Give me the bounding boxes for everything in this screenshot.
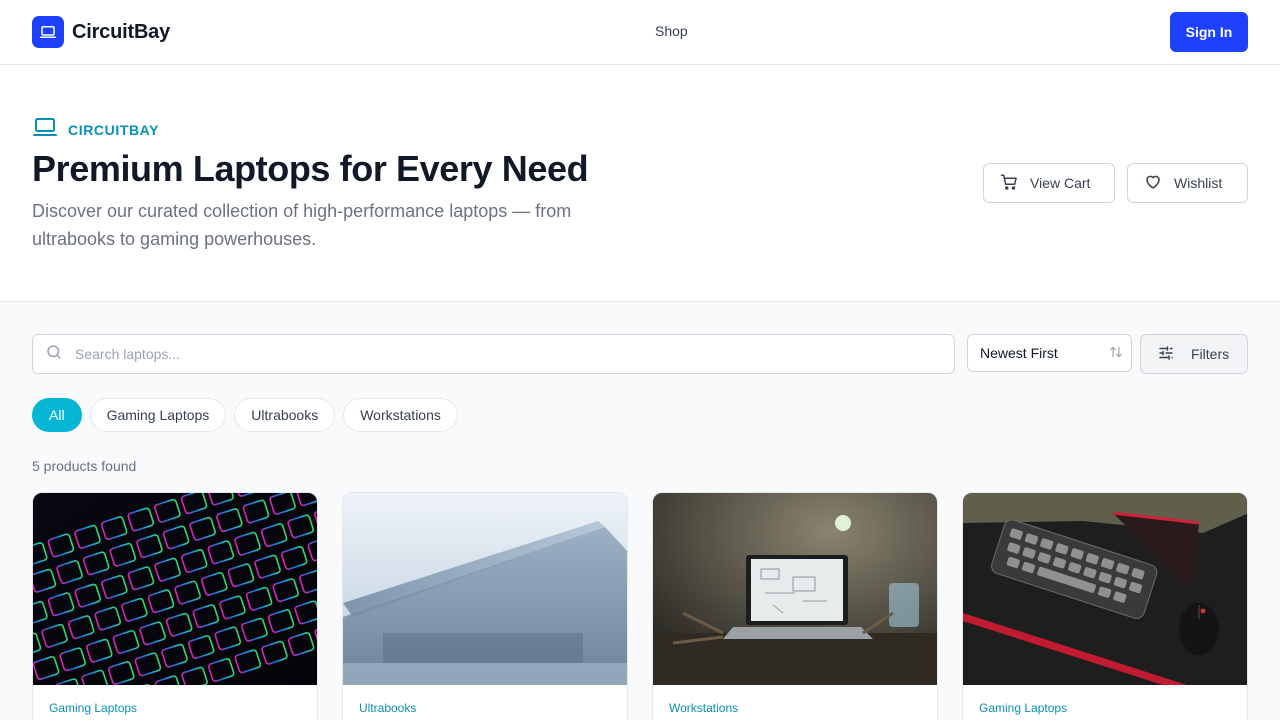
product-image[interactable] [343, 493, 627, 685]
filters-button[interactable]: Filters [1140, 334, 1248, 374]
product-category: Gaming Laptops [979, 701, 1068, 715]
brand-name: CircuitBay [72, 20, 171, 43]
sign-in-button[interactable]: Sign In [1170, 12, 1248, 52]
sliders-icon [1157, 344, 1175, 365]
category-chip-all[interactable]: All [32, 398, 82, 432]
search-icon [45, 343, 63, 366]
view-cart-label: View Cart [1030, 175, 1091, 191]
product-grid: Gaming Laptops Ultrabooks Workstations G… [32, 492, 1248, 720]
category-chip-ultrabooks[interactable]: Ultrabooks [234, 398, 336, 432]
filters-label: Filters [1191, 346, 1230, 362]
brand-logo[interactable]: CircuitBay [32, 16, 170, 48]
product-image[interactable] [653, 493, 937, 685]
search-input[interactable] [75, 346, 925, 362]
sort-arrows-icon [1109, 345, 1123, 362]
category-chip-gaming[interactable]: Gaming Laptops [89, 398, 227, 432]
hero-eyebrow: CIRCUITBAY [32, 116, 159, 143]
product-category: Workstations [669, 701, 739, 715]
results-count: 5 products found [32, 458, 137, 474]
wishlist-label: Wishlist [1174, 175, 1223, 191]
page-title: Premium Laptops for Every Need [32, 148, 589, 189]
eyebrow-label: CIRCUITBAY [68, 121, 160, 138]
search-box[interactable] [32, 334, 955, 374]
nav-shop-link[interactable]: Shop [655, 23, 688, 39]
top-nav: CircuitBay Shop Sign In [0, 0, 1280, 65]
product-card[interactable]: Gaming Laptops [32, 492, 318, 720]
view-cart-button[interactable]: View Cart [983, 163, 1115, 203]
category-filter: All Gaming Laptops Ultrabooks Workstatio… [32, 398, 458, 432]
laptop-icon [32, 116, 58, 143]
laptop-icon [32, 16, 64, 48]
hero-section: CIRCUITBAY Premium Laptops for Every Nee… [0, 65, 1280, 302]
cart-icon [1000, 173, 1018, 194]
category-chip-workstations[interactable]: Workstations [343, 398, 458, 432]
product-category: Ultrabooks [359, 701, 417, 715]
heart-icon [1144, 173, 1162, 194]
product-card[interactable]: Ultrabooks [342, 492, 628, 720]
product-category: Gaming Laptops [49, 701, 138, 715]
product-image[interactable] [33, 493, 317, 685]
wishlist-button[interactable]: Wishlist [1127, 163, 1248, 203]
hero-subtitle: Discover our curated collection of high-… [32, 201, 572, 249]
product-listing: Newest First Filters All Gaming Laptops … [0, 302, 1280, 720]
sort-value: Newest First [980, 345, 1058, 361]
product-card[interactable]: Gaming Laptops [962, 492, 1248, 720]
product-card[interactable]: Workstations [652, 492, 938, 720]
product-image[interactable] [963, 493, 1247, 685]
sort-select[interactable]: Newest First [967, 334, 1132, 372]
